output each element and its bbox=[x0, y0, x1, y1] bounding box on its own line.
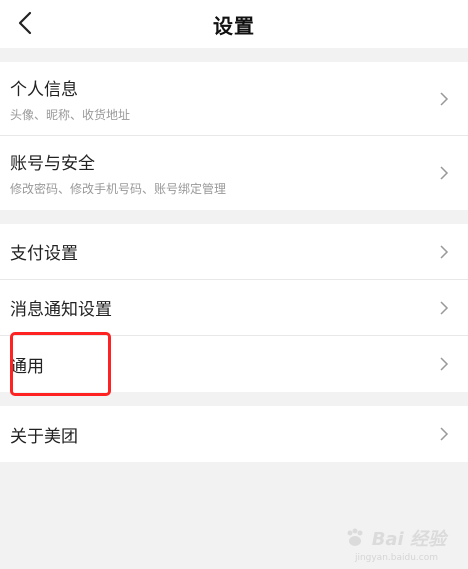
settings-group-about: 关于美团 bbox=[0, 406, 468, 462]
settings-item-general[interactable]: 通用 bbox=[0, 336, 468, 392]
settings-item-about[interactable]: 关于美团 bbox=[0, 406, 468, 462]
chevron-right-icon bbox=[440, 91, 449, 106]
settings-group-account: 个人信息 头像、昵称、收货地址 账号与安全 修改密码、修改手机号码、账号绑定管理 bbox=[0, 62, 468, 210]
watermark: Bai 经验 bbox=[344, 525, 446, 551]
paw-icon bbox=[347, 528, 363, 546]
chevron-left-icon bbox=[18, 11, 32, 35]
chevron-right-icon bbox=[440, 166, 449, 180]
chevron-right-icon bbox=[440, 300, 449, 315]
watermark-text: Bai 经验 bbox=[371, 529, 446, 550]
item-title: 账号与安全 bbox=[10, 154, 95, 174]
chevron-right-icon bbox=[440, 357, 449, 371]
item-title: 消息通知设置 bbox=[10, 300, 112, 320]
settings-item-personal-info[interactable]: 个人信息 头像、昵称、收货地址 bbox=[0, 62, 468, 136]
back-button[interactable] bbox=[10, 8, 40, 38]
settings-group-general: 支付设置 消息通知设置 通用 bbox=[0, 224, 468, 392]
item-title: 通用 bbox=[10, 356, 44, 377]
item-subtitle: 头像、昵称、收货地址 bbox=[10, 107, 131, 122]
page-title: 设置 bbox=[213, 13, 255, 38]
settings-item-notifications[interactable]: 消息通知设置 bbox=[0, 280, 468, 336]
chevron-right-icon bbox=[440, 244, 449, 259]
watermark-url: jingyan.baidu.com bbox=[354, 553, 438, 563]
settings-item-payment[interactable]: 支付设置 bbox=[0, 224, 468, 280]
nav-bar: 设置 bbox=[0, 0, 468, 48]
item-title: 支付设置 bbox=[10, 244, 78, 264]
item-subtitle: 修改密码、修改手机号码、账号绑定管理 bbox=[10, 182, 227, 196]
settings-item-account-security[interactable]: 账号与安全 修改密码、修改手机号码、账号绑定管理 bbox=[0, 136, 468, 210]
item-title: 关于美团 bbox=[10, 426, 78, 447]
item-title: 个人信息 bbox=[10, 79, 78, 100]
chevron-right-icon bbox=[440, 427, 449, 441]
